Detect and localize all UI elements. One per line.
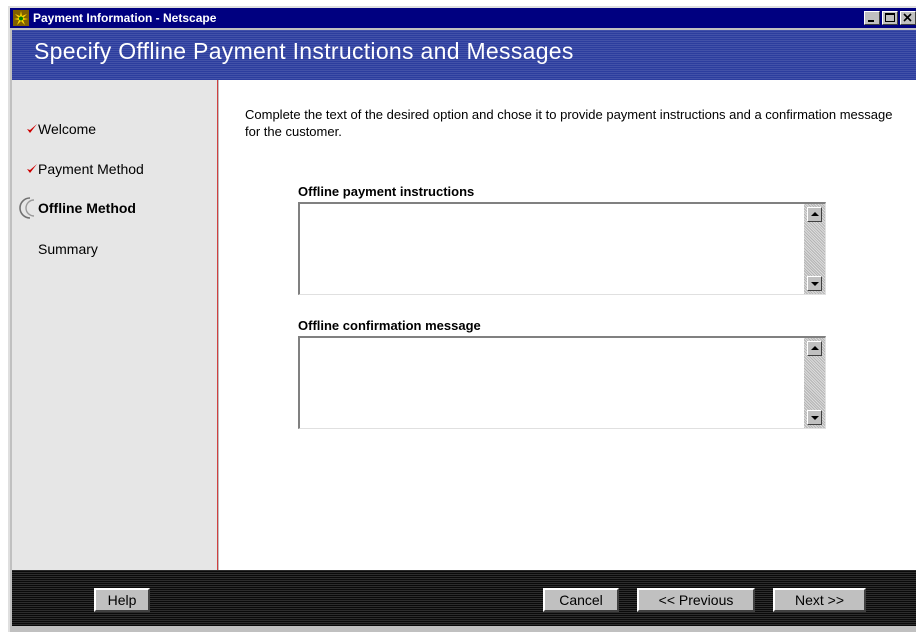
previous-button[interactable]: << Previous (637, 588, 755, 612)
maximize-icon (885, 13, 895, 22)
sidebar-item-offline-method[interactable]: Offline Method (12, 197, 212, 219)
sidebar-item-label: Payment Method (38, 161, 144, 177)
page-title: Specify Offline Payment Instructions and… (34, 38, 574, 64)
window-title: Payment Information - Netscape (33, 11, 217, 25)
sidebar-item-summary[interactable]: Summary (12, 238, 212, 260)
main-content: Complete the text of the desired option … (219, 80, 916, 570)
confirmation-message-label: Offline confirmation message (298, 318, 481, 333)
confirmation-message-scrollbar[interactable] (804, 338, 825, 428)
wizard-footer: Help Cancel << Previous Next >> (12, 570, 916, 626)
arrow-down-icon (811, 282, 819, 286)
minimize-button[interactable] (864, 11, 880, 25)
intro-text: Complete the text of the desired option … (245, 107, 893, 139)
arrow-down-icon (811, 416, 819, 420)
sidebar-item-label: Summary (38, 241, 98, 257)
sidebar-item-payment-method[interactable]: Payment Method (12, 158, 212, 180)
scroll-up-button[interactable] (807, 207, 822, 222)
status-bar (10, 626, 916, 632)
scroll-down-button[interactable] (807, 410, 822, 425)
sidebar-item-label: Offline Method (38, 200, 136, 216)
sidebar-item-welcome[interactable]: Welcome (12, 118, 212, 140)
payment-instructions-scrollbar[interactable] (804, 204, 825, 294)
next-button[interactable]: Next >> (773, 588, 866, 612)
payment-instructions-field (298, 202, 826, 295)
wizard-step-sidebar: Welcome Payment Method Offline Method Su… (12, 80, 218, 570)
close-button[interactable] (900, 11, 916, 25)
current-step-icon (19, 197, 35, 219)
maximize-button[interactable] (882, 11, 898, 25)
window-title-bar[interactable]: Payment Information - Netscape (10, 8, 916, 28)
arrow-up-icon (811, 212, 819, 216)
browser-window: Payment Information - Netscape Specify O… (8, 6, 916, 632)
netscape-app-icon (13, 10, 29, 26)
payment-instructions-label: Offline payment instructions (298, 184, 475, 199)
arrow-up-icon (811, 346, 819, 350)
page-header-banner: Specify Offline Payment Instructions and… (12, 30, 916, 80)
check-icon (27, 164, 37, 173)
close-icon (903, 13, 912, 22)
minimize-icon (868, 20, 874, 22)
check-icon (27, 124, 37, 133)
help-button[interactable]: Help (94, 588, 150, 612)
confirmation-message-field (298, 336, 826, 429)
cancel-button[interactable]: Cancel (543, 588, 619, 612)
scroll-down-button[interactable] (807, 276, 822, 291)
confirmation-message-textarea[interactable] (300, 338, 804, 428)
payment-instructions-textarea[interactable] (300, 204, 804, 294)
sidebar-item-label: Welcome (38, 121, 97, 137)
scroll-up-button[interactable] (807, 341, 822, 356)
